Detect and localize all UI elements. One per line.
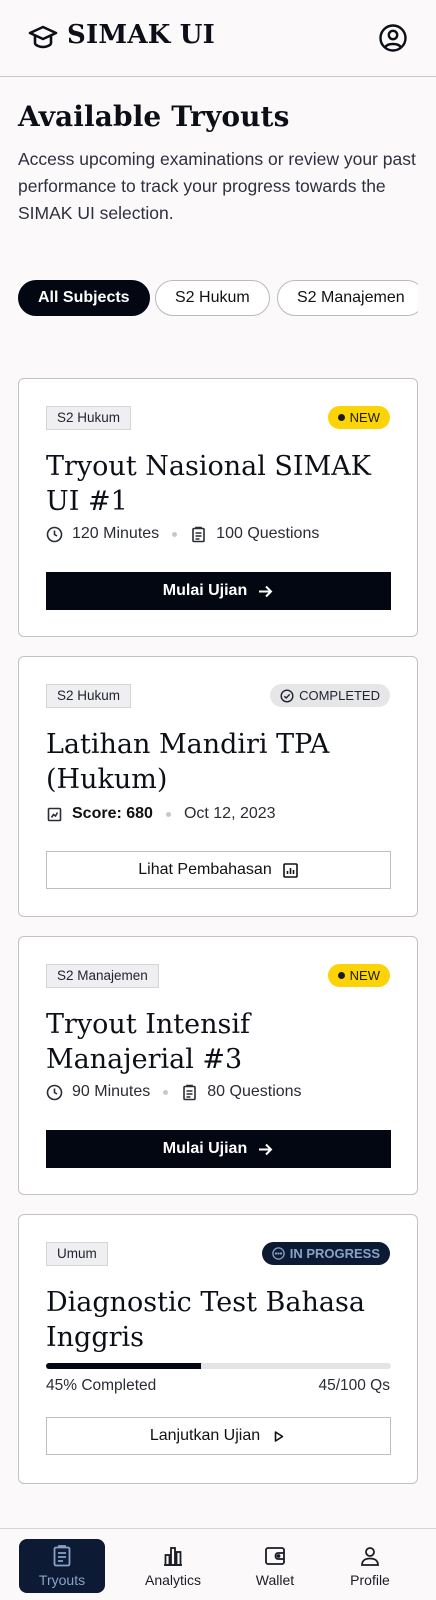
subject-tag: S2 Manajemen: [46, 964, 159, 988]
wallet-icon: [265, 1547, 285, 1565]
start-exam-button[interactable]: Mulai Ujian: [46, 1130, 391, 1168]
bar-chart-icon: [282, 862, 298, 878]
arrow-right-icon: [259, 1143, 273, 1155]
bottom-navigation: Tryouts Analytics Wallet Profile: [0, 1528, 436, 1600]
page-title: Available Tryouts: [18, 100, 290, 133]
tryout-card: S2 Manajemen NEW Tryout Intensif Manajer…: [18, 936, 418, 1195]
bar-chart-icon: [164, 1547, 182, 1566]
more-circle-icon: [271, 1247, 285, 1260]
nav-tryouts[interactable]: Tryouts: [19, 1539, 105, 1593]
duration-text: 90 Minutes: [72, 1083, 151, 1100]
status-badge-new: NEW: [327, 964, 390, 987]
subject-tag: Umum: [46, 1242, 108, 1266]
clipboard-list-icon: [53, 1545, 71, 1567]
start-exam-button[interactable]: Mulai Ujian: [46, 572, 391, 610]
status-badge-new: NEW: [327, 406, 390, 429]
progress-bar: [46, 1363, 391, 1369]
subject-filter-bar: All Subjects S2 Hukum S2 Manajemen: [18, 280, 418, 318]
tryout-card: S2 Hukum NEW Tryout Nasional SIMAK UI #1…: [18, 378, 418, 637]
progress-bar-fill: [46, 1363, 202, 1369]
continue-exam-button[interactable]: Lanjutkan Ujian: [46, 1417, 391, 1455]
nav-wallet[interactable]: Wallet: [232, 1539, 318, 1593]
progress-count: 45/100 Qs: [318, 1377, 390, 1394]
tryout-title: Tryout Intensif Manajerial #3: [46, 1009, 251, 1075]
subject-tag: S2 Hukum: [46, 406, 132, 430]
nav-analytics[interactable]: Analytics: [130, 1539, 216, 1593]
person-icon: [361, 1547, 379, 1566]
filter-chip-all-subjects[interactable]: All Subjects: [18, 280, 150, 316]
nav-profile[interactable]: Profile: [327, 1539, 413, 1593]
tryout-card: S2 Hukum COMPLETED Latihan Mandiri TPA (…: [18, 656, 418, 917]
play-icon: [274, 1430, 284, 1442]
filter-chip-s2-manajemen[interactable]: S2 Manajemen: [277, 280, 418, 316]
tryout-meta: 120 Minutes 100 Questions: [46, 525, 319, 543]
app-title: SIMAK UI: [67, 20, 215, 50]
clipboard-icon: [183, 1084, 197, 1100]
arrow-right-icon: [259, 585, 273, 597]
progress-label: 45% Completed: [46, 1377, 157, 1394]
tryout-meta: 90 Minutes 80 Questions: [46, 1083, 302, 1101]
app-header: SIMAK UI: [0, 0, 436, 77]
score-text: Score: 680: [72, 805, 153, 822]
clock-icon: [46, 1084, 63, 1100]
filter-chip-s2-hukum[interactable]: S2 Hukum: [155, 280, 270, 316]
questions-text: 100 Questions: [216, 525, 320, 542]
account-circle-icon[interactable]: [378, 23, 408, 53]
page-description: Access upcoming examinations or review y…: [18, 149, 416, 223]
tryout-title: Tryout Nasional SIMAK UI #1: [46, 451, 371, 517]
duration-text: 120 Minutes: [72, 525, 160, 542]
graduation-cap-icon: [28, 25, 58, 49]
dot-icon: [337, 972, 345, 979]
dot-icon: [337, 414, 345, 421]
clipboard-icon: [192, 526, 205, 542]
date-text: Oct 12, 2023: [183, 805, 276, 822]
check-circle-icon: [280, 688, 294, 703]
subject-tag: S2 Hukum: [46, 684, 132, 708]
status-badge-in-progress: IN PROGRESS: [261, 1242, 390, 1265]
clock-icon: [46, 526, 63, 542]
view-discussion-button[interactable]: Lihat Pembahasan: [46, 851, 391, 889]
questions-text: 80 Questions: [207, 1083, 302, 1100]
tryout-title: Diagnostic Test Bahasa Inggris: [46, 1287, 365, 1353]
status-badge-completed: COMPLETED: [270, 684, 390, 707]
tryout-title: Latihan Mandiri TPA (Hukum): [46, 729, 330, 795]
score-icon: [47, 807, 62, 821]
tryout-card: Umum IN PROGRESS Diagnostic Test Bahasa …: [18, 1214, 418, 1484]
tryout-meta: Score: 680 Oct 12, 2023: [46, 805, 276, 823]
